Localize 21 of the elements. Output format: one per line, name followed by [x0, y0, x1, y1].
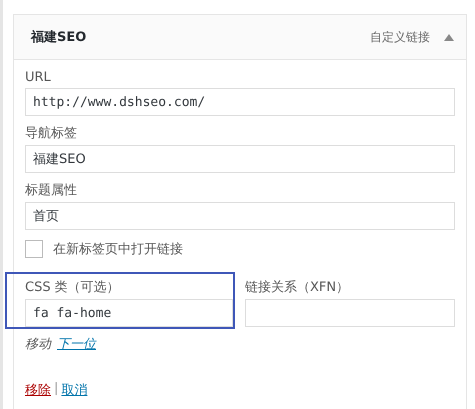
field-label: 导航标签	[25, 125, 77, 142]
caret-icon[interactable]	[444, 34, 454, 40]
text-field[interactable]: fa fa-home	[25, 299, 233, 327]
text-field[interactable]	[245, 299, 455, 327]
cancel-link[interactable]: 取消	[61, 381, 88, 399]
remove-link[interactable]: 移除	[25, 381, 51, 399]
separator: |	[54, 381, 58, 398]
item-type: 自定义链接	[370, 28, 430, 46]
text-field[interactable]: 首页	[25, 202, 455, 230]
menu-item-title: 福建SEO	[31, 29, 88, 46]
panel-header[interactable]: 福建SEO 自定义链接	[14, 15, 466, 60]
text-field[interactable]: http://www.dshseo.com/	[25, 88, 455, 116]
text-field[interactable]: 福建SEO	[25, 145, 455, 173]
field-label: 标题属性	[25, 182, 77, 199]
field-label: CSS 类（可选）	[25, 279, 120, 296]
move-label: 移动	[25, 336, 51, 353]
field-label: URL	[25, 70, 51, 85]
checkbox-label: 在新标签页中打开链接	[53, 241, 183, 258]
checkbox[interactable]	[25, 240, 43, 258]
field-label: 链接关系（XFN）	[245, 279, 350, 296]
move-down-link[interactable]: 下一位	[57, 335, 96, 353]
